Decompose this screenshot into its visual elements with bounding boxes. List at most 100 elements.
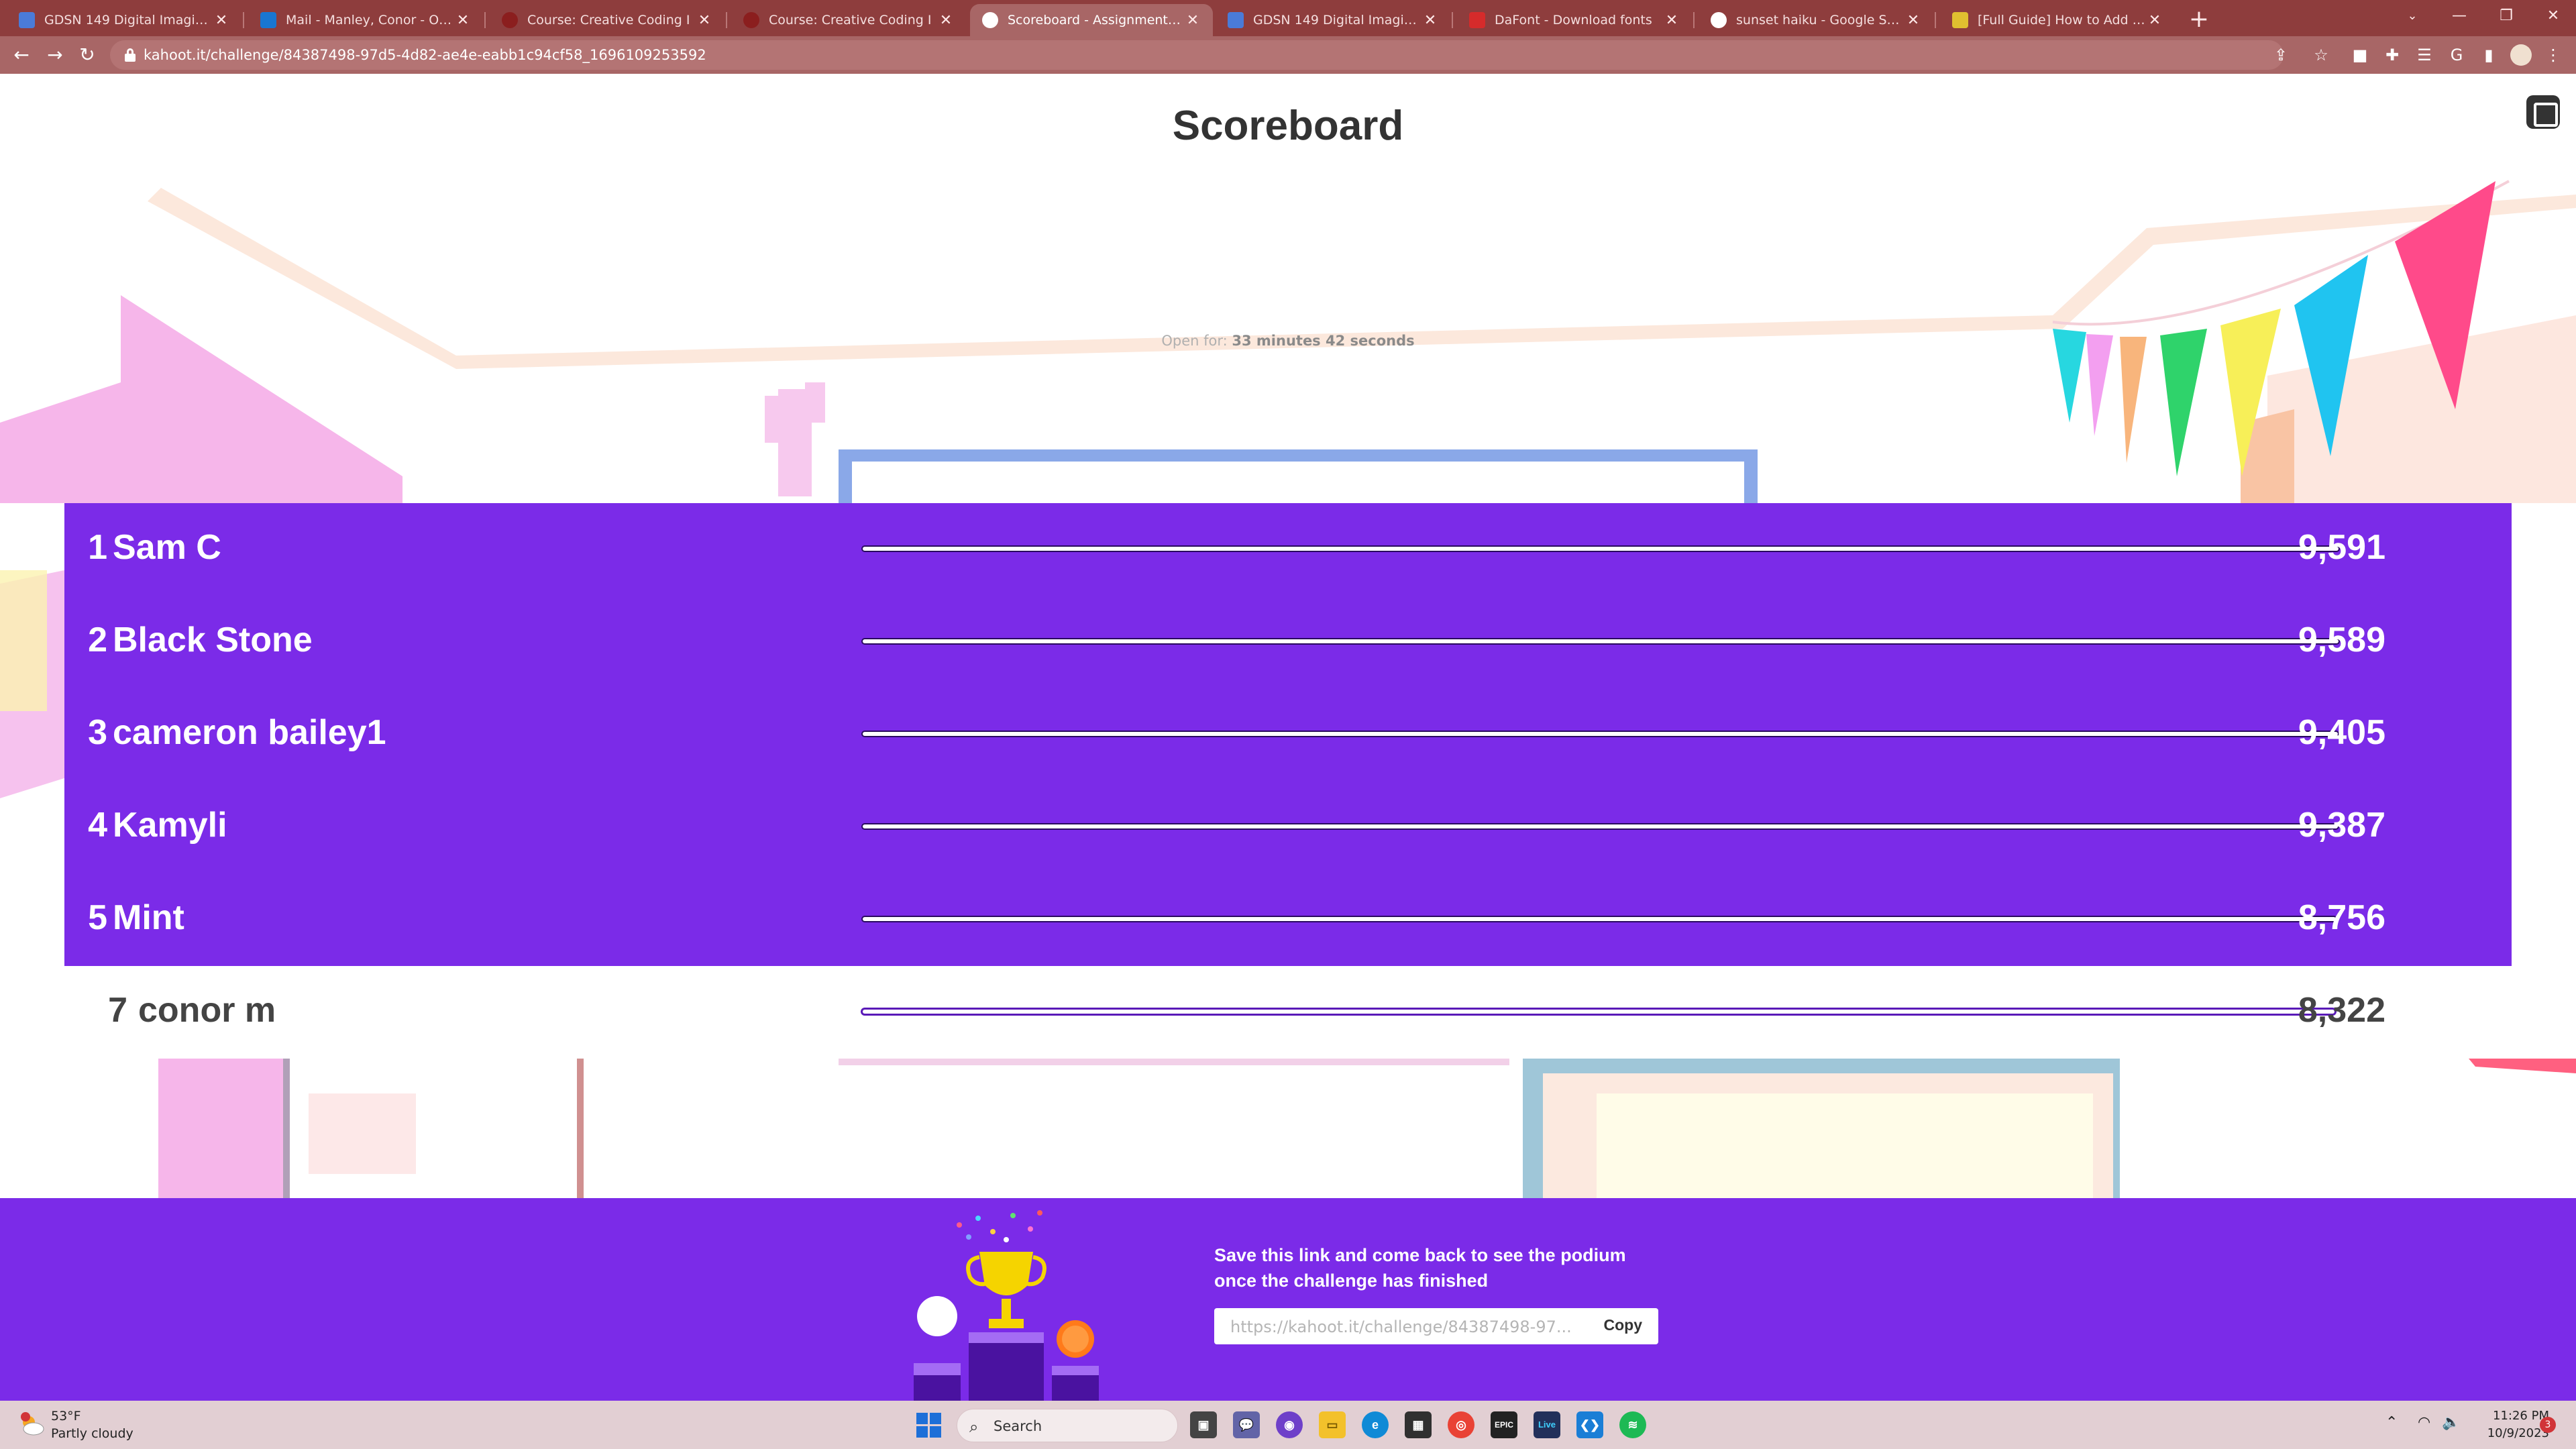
browser-toolbar: ← → ↻ kahoot.it/challenge/84387498-97d5-… [0, 36, 2576, 74]
open-for-timer: Open for: 33 minutes 42 seconds [0, 333, 2576, 349]
tab-dafont[interactable]: DaFont - Download fonts ✕ [1457, 4, 1692, 36]
copy-link-button[interactable]: Copy [1604, 1316, 1643, 1334]
tab-label: Course: Creative Coding I [527, 13, 690, 28]
clock-date: 10/9/2023 [2487, 1426, 2549, 1440]
outlook-icon [260, 12, 276, 28]
player-name: Kamyli [113, 806, 227, 845]
reading-list-icon[interactable]: ☰ [2414, 44, 2435, 66]
back-button[interactable]: ← [8, 42, 35, 68]
grammarly-icon[interactable]: G [2446, 44, 2467, 66]
challenge-link-input[interactable]: https://kahoot.it/challenge/84387498-97.… [1230, 1318, 1579, 1336]
leaderboard-row: 1 Sam C 9,591 [64, 503, 2512, 596]
close-icon[interactable]: ✕ [1422, 12, 1438, 29]
fullscreen-button[interactable] [2526, 95, 2560, 129]
close-icon[interactable]: ✕ [455, 12, 471, 29]
score-bar [863, 824, 2338, 828]
tab-search-chevron-icon[interactable]: ⌄ [2392, 3, 2432, 30]
extension-square-icon[interactable]: ■ [2349, 44, 2371, 66]
spotify-icon[interactable]: ≋ [1619, 1411, 1646, 1438]
bookmark-star-icon[interactable]: ☆ [2310, 44, 2332, 66]
minimize-button[interactable]: — [2439, 3, 2479, 30]
calendar-icon [1228, 12, 1244, 28]
tab-label: GDSN 149 Digital Imaging - Des [44, 13, 213, 28]
chat-icon[interactable]: 💬 [1233, 1411, 1260, 1438]
profile-avatar[interactable] [2510, 44, 2532, 66]
rank-number: 1 [88, 528, 107, 567]
guide-icon [1952, 12, 1968, 28]
show-hidden-icons-chevron[interactable]: ⌃ [2385, 1414, 2398, 1431]
volume-icon[interactable]: 🔈 [2442, 1414, 2460, 1431]
tab-outlook[interactable]: Mail - Manley, Conor - Outlook ✕ [248, 4, 483, 36]
extensions-puzzle-icon[interactable]: ✚ [2381, 44, 2403, 66]
tab-creative-coding-2[interactable]: Course: Creative Coding I ✕ [731, 4, 966, 36]
tab-label: Scoreboard - Assignments - Kah [1008, 13, 1185, 28]
player-score: 8,756 [2298, 898, 2385, 937]
notification-badge[interactable]: 3 [2540, 1417, 2556, 1433]
tab-scoreboard[interactable]: Scoreboard - Assignments - Kah ✕ [970, 4, 1213, 36]
close-icon[interactable]: ✕ [1664, 12, 1680, 29]
task-view-icon[interactable]: ▣ [1190, 1411, 1217, 1438]
open-for-label: Open for: [1161, 333, 1228, 349]
tab-label: DaFont - Download fonts [1495, 13, 1652, 28]
close-icon[interactable]: ✕ [1185, 12, 1201, 29]
weather-description: Partly cloudy [51, 1426, 133, 1441]
search-icon: ⌕ [969, 1417, 979, 1436]
page-title: Scoreboard [1172, 103, 1404, 149]
new-tab-button[interactable]: + [2184, 5, 2214, 35]
player-name: Sam C [113, 528, 221, 567]
score-bar [863, 732, 2338, 736]
challenge-footer: Save this link and come back to see the … [0, 1198, 2576, 1401]
close-icon[interactable]: ✕ [696, 12, 712, 29]
partly-cloudy-icon[interactable] [19, 1411, 46, 1438]
leaderboard-row: 2 Black Stone 9,589 [64, 596, 2512, 688]
player-score: 9,405 [2298, 713, 2385, 752]
restore-button[interactable]: ❐ [2486, 3, 2526, 30]
rank-number: 5 [88, 898, 107, 937]
github-icon[interactable]: ◉ [1276, 1411, 1303, 1438]
side-panel-icon[interactable]: ▮ [2478, 44, 2500, 66]
tab-label: [Full Guide] How to Add Fonts t [1978, 13, 2147, 28]
current-player-row: 7 conor m 8,322 [64, 966, 2512, 1059]
player-score: 9,387 [2298, 806, 2385, 845]
chrome-icon[interactable]: ◎ [1448, 1411, 1474, 1438]
score-bar [863, 917, 2336, 921]
tab-gdsn-149-2[interactable]: GDSN 149 Digital Imaging - Des ✕ [1216, 4, 1450, 36]
vscode-icon[interactable]: ❮❯ [1576, 1411, 1603, 1438]
file-explorer-icon[interactable]: ▭ [1319, 1411, 1346, 1438]
player-score: 9,589 [2298, 621, 2385, 659]
store-icon[interactable]: ▦ [1405, 1411, 1432, 1438]
tab-separator [484, 12, 486, 28]
taskbar-clock[interactable]: 11:26 PM 10/9/2023 [2469, 1407, 2549, 1442]
window-close-button[interactable]: ✕ [2533, 3, 2573, 30]
score-bar [863, 639, 2339, 643]
tab-creative-coding-1[interactable]: Course: Creative Coding I ✕ [490, 4, 724, 36]
close-icon[interactable]: ✕ [2147, 12, 2163, 29]
address-bar[interactable]: kahoot.it/challenge/84387498-97d5-4d82-a… [110, 40, 2328, 70]
browser-menu-button[interactable]: ⋮ [2542, 44, 2564, 66]
forward-button[interactable]: → [42, 42, 68, 68]
rank-number: 3 [88, 713, 107, 752]
wifi-icon[interactable]: ◠ [2418, 1414, 2430, 1431]
leaderboard: 1 Sam C 9,591 2 Black Stone 9,589 3 came… [64, 503, 2512, 966]
share-icon[interactable]: ⇪ [2270, 44, 2292, 66]
edge-icon[interactable]: e [1362, 1411, 1389, 1438]
taskbar-search-box[interactable]: ⌕ Search [957, 1409, 1178, 1442]
live-icon[interactable]: Live [1534, 1411, 1560, 1438]
close-icon[interactable]: ✕ [938, 12, 954, 29]
reload-button[interactable]: ↻ [74, 42, 101, 68]
dafont-icon [1469, 12, 1485, 28]
epic-games-icon[interactable]: EPIC [1491, 1411, 1517, 1438]
player-name: conor m [138, 991, 276, 1030]
tab-full-guide[interactable]: [Full Guide] How to Add Fonts t ✕ [1940, 4, 2175, 36]
close-icon[interactable]: ✕ [213, 12, 229, 29]
save-link-message: Save this link and come back to see the … [1214, 1245, 1626, 1291]
tab-separator [243, 12, 244, 28]
tab-separator [1452, 12, 1453, 28]
close-icon[interactable]: ✕ [1905, 12, 1921, 29]
windows-start-button[interactable] [916, 1413, 942, 1438]
rank-number: 4 [88, 806, 107, 845]
course-icon [743, 12, 759, 28]
tab-gdsn-149[interactable]: GDSN 149 Digital Imaging - Des ✕ [7, 4, 241, 36]
tab-separator [1935, 12, 1936, 28]
tab-google-search[interactable]: sunset haiku - Google Search ✕ [1699, 4, 1933, 36]
